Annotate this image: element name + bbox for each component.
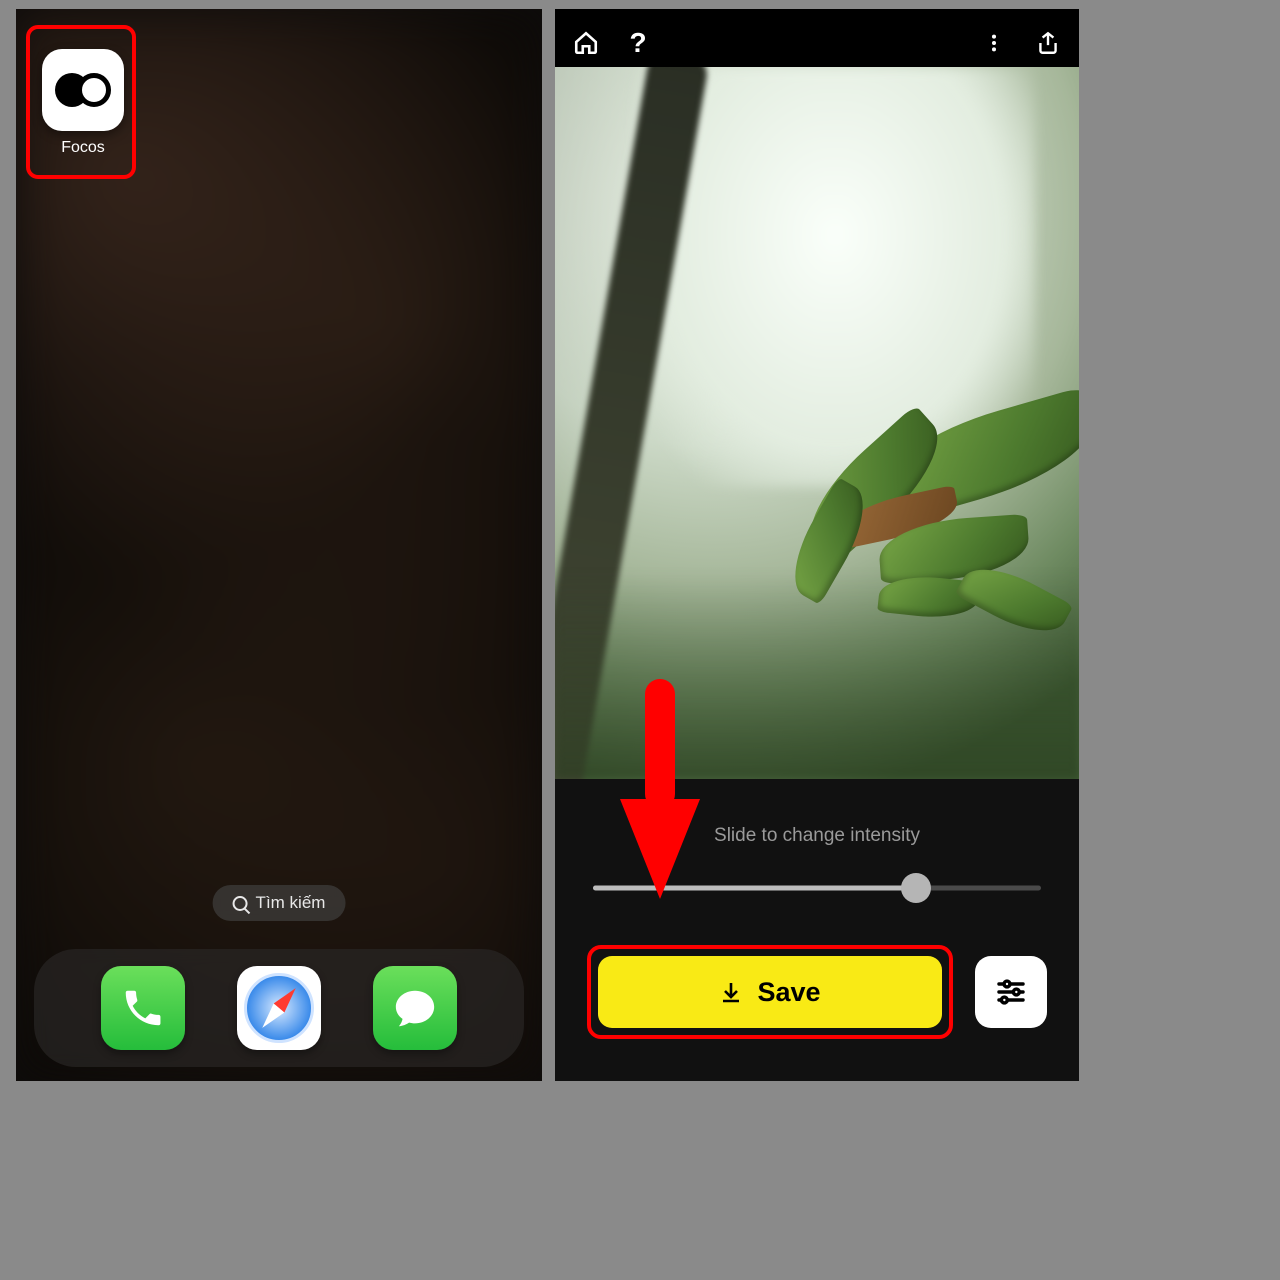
adjust-button[interactable]	[975, 956, 1047, 1028]
photo-editor-screen: ?	[555, 9, 1079, 1081]
top-bar: ?	[555, 23, 1079, 63]
dock	[34, 949, 524, 1067]
focos-label: Focos	[42, 139, 124, 157]
save-label: Save	[757, 977, 820, 1008]
save-button[interactable]: Save	[598, 956, 942, 1028]
phone-app[interactable]	[101, 966, 185, 1050]
search-label: Tìm kiếm	[256, 893, 326, 913]
editor-controls: Slide to change intensity Save	[555, 779, 1079, 1081]
photo-preview	[555, 67, 1079, 779]
share-icon[interactable]	[1035, 30, 1061, 56]
slider-label: Slide to change intensity	[587, 825, 1047, 847]
sliders-icon	[995, 976, 1027, 1008]
download-icon	[719, 980, 743, 1004]
red-highlight-save: Save	[587, 945, 953, 1039]
intensity-slider[interactable]	[593, 875, 1041, 901]
messages-icon	[392, 985, 438, 1031]
home-icon[interactable]	[573, 30, 599, 56]
ios-home-screen: Focos Tìm kiếm	[16, 9, 542, 1081]
search-icon	[233, 896, 248, 911]
focos-icon	[42, 49, 124, 131]
safari-icon	[244, 973, 314, 1043]
phone-icon	[120, 985, 166, 1031]
kebab-menu-icon[interactable]	[981, 30, 1007, 56]
messages-app[interactable]	[373, 966, 457, 1050]
safari-app[interactable]	[237, 966, 321, 1050]
help-icon[interactable]: ?	[625, 30, 651, 56]
spotlight-search[interactable]: Tìm kiếm	[213, 885, 346, 921]
focos-app[interactable]: Focos	[42, 49, 124, 157]
slider-thumb[interactable]	[901, 873, 931, 903]
